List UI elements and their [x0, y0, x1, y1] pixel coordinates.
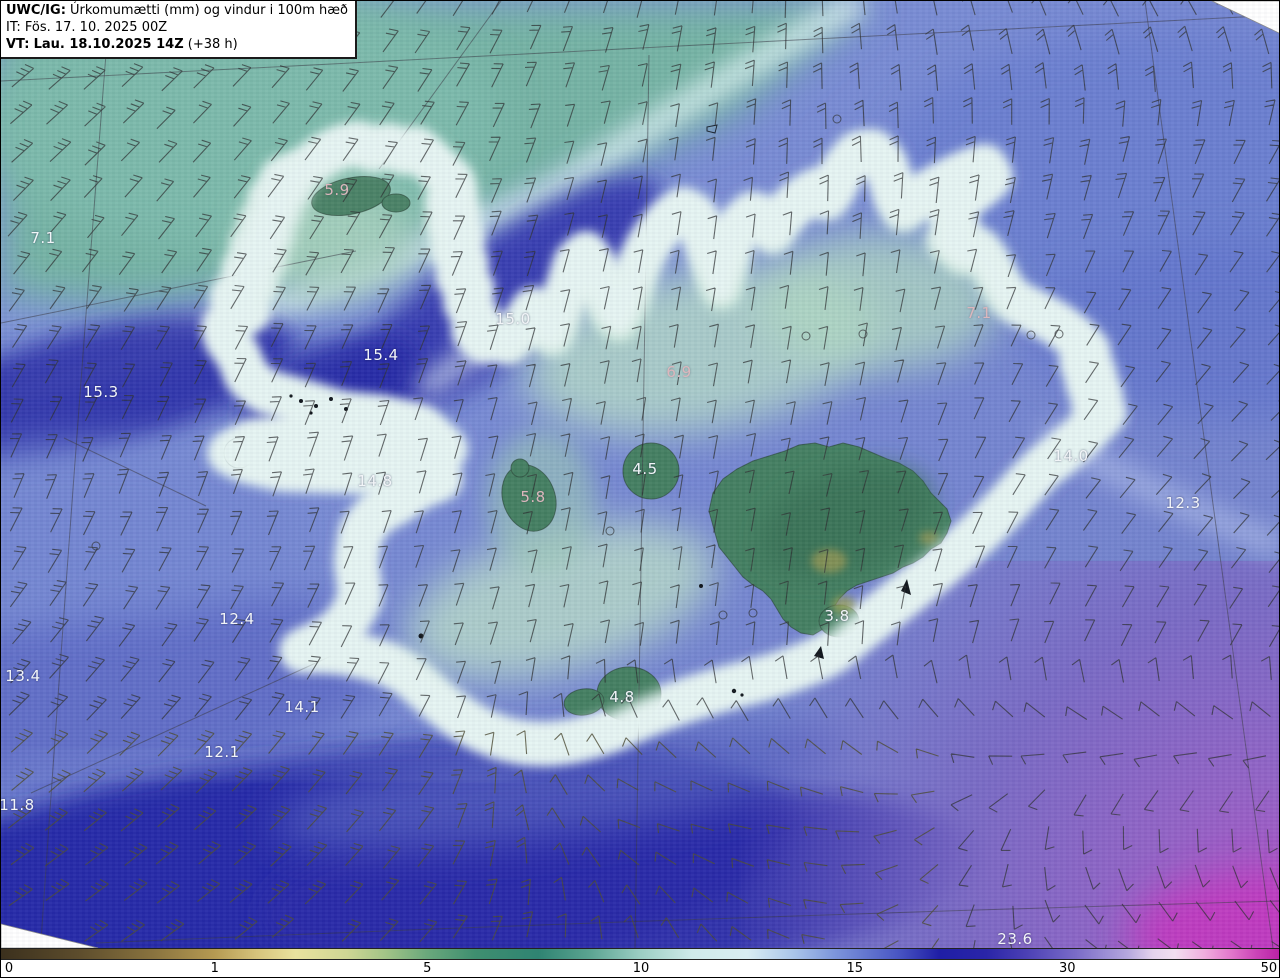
product-code: UWC/IG:: [6, 3, 66, 18]
colorbar: 0 1 5 10 15 30 50: [1, 948, 1279, 977]
title-line-init: IT: Fös. 17. 10. 2025 00Z: [6, 20, 348, 37]
colorbar-tick-label: 30: [1058, 961, 1076, 976]
colorbar-tick-label: 0: [4, 961, 14, 976]
glacier-hofsjokull: [622, 442, 680, 500]
title-box: UWC/IG: Úrkomumætti (mm) og vindur i 100…: [1, 1, 357, 59]
colorbar-tick-label: 10: [632, 961, 650, 976]
weather-chart: 7.1 5.9 15.0 15.4 15.3 6.9 7.1 14.0 12.3 14.8 5.8 4…: [0, 0, 1280, 978]
init-label: IT:: [6, 19, 21, 35]
colorbar-tick-label: 5: [423, 961, 432, 976]
glacier-wf-2: [381, 193, 411, 213]
valid-offset: (+38 h): [187, 36, 238, 52]
valid-label: VT:: [6, 36, 30, 52]
product-subject: Úrkomumætti (mm) og vindur i 100m hæð: [70, 3, 348, 18]
init-value: Fös. 17. 10. 2025 00Z: [24, 19, 168, 35]
colorbar-tick-label: 15: [846, 961, 864, 976]
glacier-dry-1: [811, 549, 847, 573]
glacier-dry-2: [832, 596, 856, 614]
map-canvas: 7.1 5.9 15.0 15.4 15.3 6.9 7.1 14.0 12.3 14.8 5.8 4…: [1, 1, 1279, 948]
glacier-dry-3: [919, 531, 939, 545]
colorbar-tick-label: 1: [210, 961, 219, 976]
title-line-valid: VT: Lau. 18.10.2025 14Z (+38 h): [6, 37, 348, 54]
colorbar-tick-row: 0 1 5 10 15 30 50: [1, 960, 1279, 977]
colorbar-gradient: [1, 948, 1279, 960]
title-line-product: UWC/IG: Úrkomumætti (mm) og vindur i 100…: [6, 3, 348, 20]
glacier-small-1: [510, 458, 530, 478]
valid-value: Lau. 18.10.2025 14Z: [33, 36, 184, 52]
precip-wind-map: [1, 1, 1279, 948]
colorbar-tick-label: 50: [1260, 961, 1278, 976]
